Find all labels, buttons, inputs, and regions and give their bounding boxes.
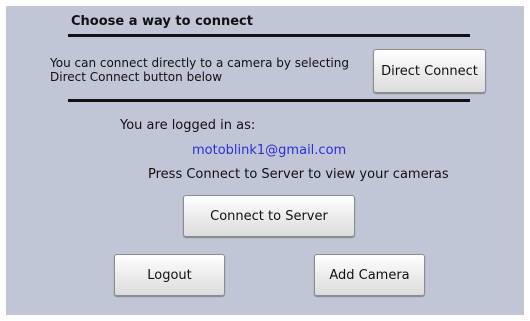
section-title: Choose a way to connect [71, 14, 253, 29]
connect-instruction: Press Connect to Server to view your cam… [148, 167, 449, 182]
connect-screen: Choose a way to connect You can connect … [6, 6, 524, 315]
logout-button[interactable]: Logout [114, 254, 225, 296]
middle-divider [68, 99, 470, 102]
direct-connect-button[interactable]: Direct Connect [373, 49, 486, 93]
logged-in-label: You are logged in as: [120, 118, 256, 133]
top-divider [68, 34, 470, 37]
direct-connect-description: You can connect directly to a camera by … [50, 56, 349, 84]
add-camera-button[interactable]: Add Camera [314, 254, 425, 296]
connect-to-server-button[interactable]: Connect to Server [183, 195, 355, 237]
account-email: motoblink1@gmail.com [192, 143, 347, 158]
